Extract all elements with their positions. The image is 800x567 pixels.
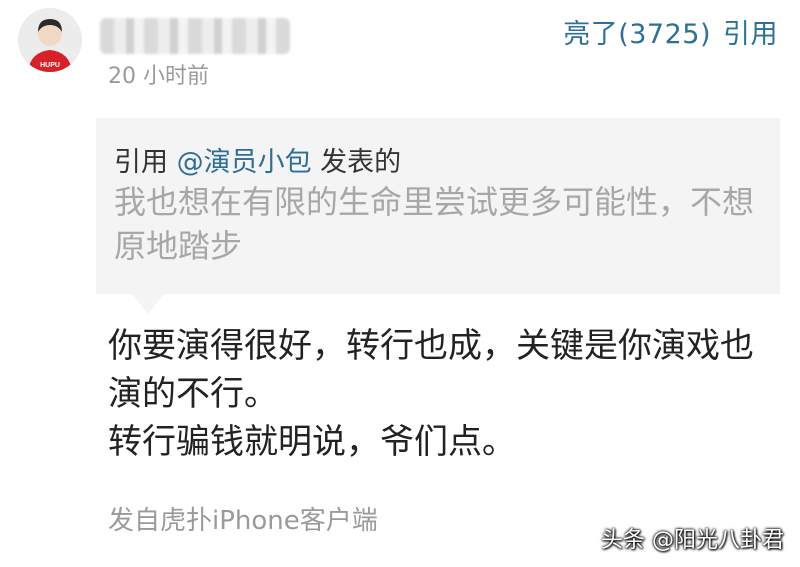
avatar-badge: HUPU	[40, 62, 60, 69]
quoted-post: 引用 @演员小包 发表的 我也想在有限的生命里尝试更多可能性，不想原地踏步	[96, 118, 780, 314]
watermark: 头条 @阳光八卦君	[601, 528, 784, 553]
username-blurred	[100, 18, 290, 54]
avatar-icon: HUPU	[18, 8, 82, 72]
quote-mention-link[interactable]: @演员小包	[177, 147, 312, 178]
client-source: 发自虎扑iPhone客户端	[108, 506, 378, 536]
reply-body: 你要演得很好，转行也成，关键是你演戏也 演的不行。 转行骗钱就明说，爷们点。	[108, 322, 768, 466]
reply-line: 你要演得很好，转行也成，关键是你演戏也	[108, 326, 754, 366]
post-timestamp: 20 小时前	[108, 64, 209, 89]
quote-header: 引用 @演员小包 发表的	[114, 140, 401, 179]
reply-line: 演的不行。	[108, 374, 278, 414]
post-actions: 亮了(3725) 引用	[563, 12, 778, 51]
quote-suffix: 发表的	[311, 147, 402, 178]
like-button[interactable]: 亮了(3725)	[563, 19, 711, 50]
quote-prefix: 引用	[114, 147, 177, 178]
reply-line: 转行骗钱就明说，爷们点。	[108, 422, 516, 462]
quote-text: 我也想在有限的生命里尝试更多可能性，不想原地踏步	[114, 183, 755, 265]
user-avatar[interactable]: HUPU	[18, 8, 82, 72]
quote-button[interactable]: 引用	[723, 19, 778, 50]
